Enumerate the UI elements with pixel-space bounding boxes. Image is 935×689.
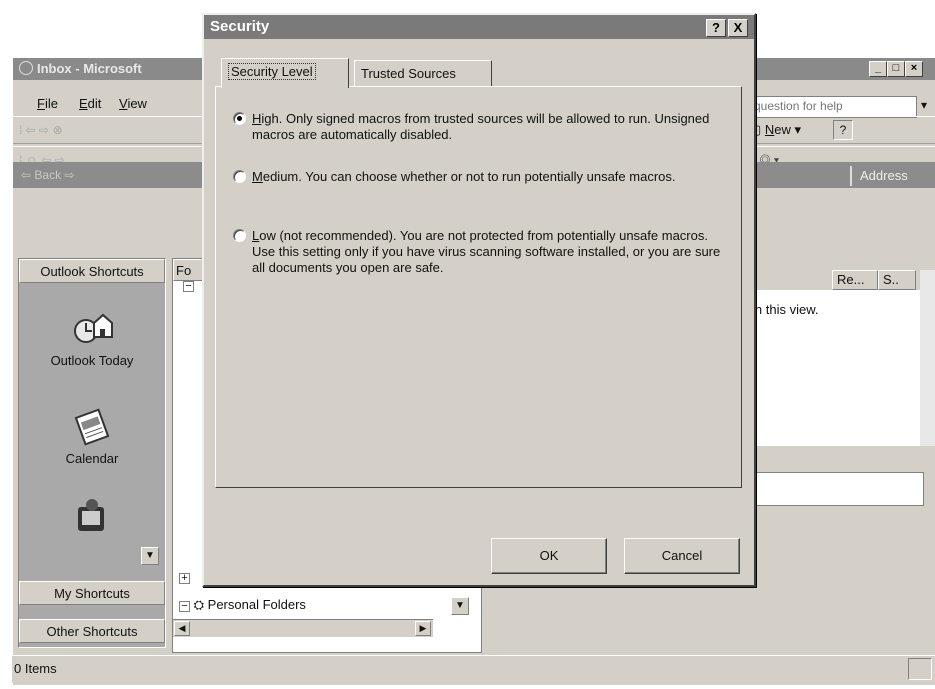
scroll-right-icon[interactable]: ▶ [415, 621, 431, 636]
empty-view-message: in this view. [742, 290, 920, 446]
shortcut-calendar[interactable]: Calendar [19, 407, 165, 466]
expand-icon[interactable]: + [179, 573, 190, 584]
security-dialog: Security ? X Security Level Trusted Sour… [202, 13, 756, 587]
tab-trusted-sources-label: Trusted Sources [361, 66, 456, 81]
personal-folders-item[interactable]: − ⛭ Personal Folders [179, 597, 306, 613]
resize-grip-icon[interactable] [908, 658, 932, 680]
toolbar-faded-icons: ⁞ ⇦ ⇨ ⊗ [19, 123, 63, 137]
outlook-today-icon [74, 313, 113, 343]
close-window-button[interactable]: × [905, 61, 923, 77]
cancel-button[interactable]: Cancel [624, 538, 740, 574]
message-vscrollbar[interactable] [920, 270, 935, 446]
preview-pane-box [748, 472, 924, 506]
folder-scroll-down-icon[interactable]: ▼ [451, 597, 469, 615]
security-level-panel: High. Only signed macros from trusted so… [215, 86, 742, 488]
maximize-button[interactable]: □ [887, 61, 905, 77]
shortcuts-scroll-down-icon[interactable]: ▼ [141, 547, 159, 565]
dialog-help-button[interactable]: ? [706, 19, 726, 37]
tab-security-level-label: Security Level [228, 63, 316, 80]
dialog-close-button[interactable]: X [728, 19, 748, 37]
shortcut-calendar-label: Calendar [65, 451, 119, 466]
dialog-title-bar: Security [204, 15, 754, 39]
nav-back-button[interactable]: ⇦ Back ⇨ [21, 168, 74, 182]
option-medium[interactable]: Medium. You can choose whether or not to… [233, 169, 733, 185]
radio-medium[interactable] [233, 170, 246, 183]
new-button[interactable]: ▢ New ▾ [749, 122, 801, 138]
message-list-pane: Re... S.. in this view. [742, 258, 935, 653]
calendar-icon [74, 408, 110, 446]
personal-folders-collapse-icon[interactable]: − [179, 601, 190, 612]
address-label[interactable]: Address [850, 166, 935, 186]
outlook-shortcuts-bar: Outlook Shortcuts Outlook Today Calendar… [18, 258, 166, 648]
option-high[interactable]: High. Only signed macros from trusted so… [233, 111, 733, 143]
column-header-size[interactable]: S.. [878, 270, 916, 290]
my-shortcuts-group[interactable]: My Shortcuts [19, 581, 165, 605]
folder-hscrollbar[interactable]: ◀ ▶ [173, 619, 433, 637]
folder-icon: ⛭ [193, 597, 205, 612]
outlook-title: Inbox - Microsoft [37, 61, 142, 76]
other-shortcuts-group[interactable]: Other Shortcuts [19, 619, 165, 643]
scroll-left-icon[interactable]: ◀ [174, 621, 190, 636]
tab-security-level[interactable]: Security Level [221, 58, 349, 88]
folder-list-header: Fo [173, 259, 203, 281]
column-header-received[interactable]: Re... [832, 270, 878, 290]
help-dropdown-icon[interactable]: ▾ [921, 98, 927, 112]
tab-trusted-sources[interactable]: Trusted Sources [354, 60, 492, 87]
outlook-shortcuts-header[interactable]: Outlook Shortcuts [19, 259, 165, 283]
outlook-app-icon [19, 61, 33, 75]
shortcut-contacts[interactable] [19, 497, 165, 541]
minimize-button[interactable]: _ [869, 61, 887, 77]
status-item-count: 0 Items [14, 661, 57, 676]
contacts-icon [78, 499, 104, 531]
menu-view[interactable]: View [119, 96, 147, 111]
status-bar: 0 Items [12, 655, 935, 683]
option-medium-text: Medium. You can choose whether or not to… [252, 169, 676, 184]
option-low[interactable]: Low (not recommended). You are not prote… [233, 228, 733, 276]
radio-low[interactable] [233, 229, 246, 242]
option-high-text: High. Only signed macros from trusted so… [252, 111, 710, 142]
dialog-title: Security [210, 18, 270, 35]
ask-question-box[interactable]: question for help [747, 96, 917, 118]
menu-file[interactable]: File [37, 96, 58, 111]
ok-button[interactable]: OK [491, 538, 607, 574]
shortcut-outlook-today-label: Outlook Today [50, 353, 134, 368]
personal-folders-label: Personal Folders [207, 597, 306, 612]
radio-high[interactable] [233, 112, 246, 125]
shortcut-outlook-today[interactable]: Outlook Today [19, 309, 165, 368]
option-low-text: Low (not recommended). You are not prote… [252, 228, 721, 275]
collapse-icon[interactable]: − [183, 281, 194, 292]
help-question-icon[interactable]: ? [833, 120, 853, 140]
menu-edit[interactable]: Edit [79, 96, 101, 111]
